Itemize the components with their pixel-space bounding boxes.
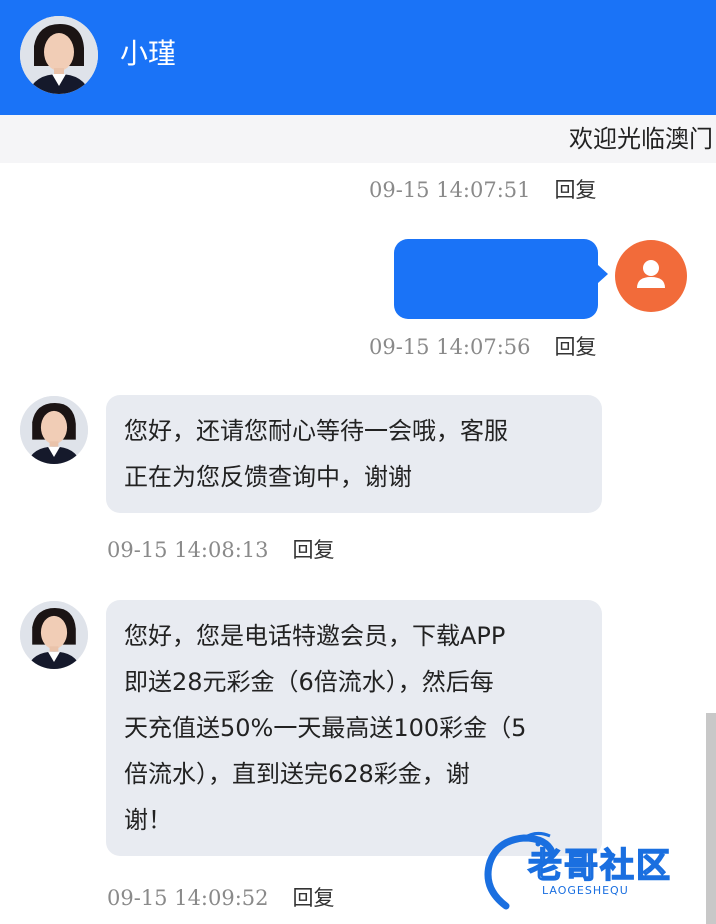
agent-message-bubble[interactable]: 您好，还请您耐心等待一会哦，客服 正在为您反馈查询中，谢谢 [106,395,602,513]
message-line: 您好，还请您耐心等待一会哦，客服 [124,417,508,445]
agent-avatar-icon [20,396,88,464]
message-meta: 09-15 14:09:52 回复 [107,884,335,912]
agent-avatar [20,16,98,94]
user-icon [637,260,665,288]
sent-message-bubble[interactable] [394,239,608,319]
chat-header: 小瑾 [0,0,716,115]
agent-avatar-icon [20,601,88,669]
chat-messages[interactable]: 09-15 14:07:51 回复 09-15 14:07:56 回复 您好，还请您… [0,163,716,924]
announcement-marquee: 欢迎光临澳门 [0,115,716,163]
sent-message-text [402,249,590,309]
message-timestamp: 09-15 14:07:56 [369,335,531,359]
agent-avatar-icon [20,16,98,94]
message-meta: 09-15 14:08:13 回复 [107,536,335,564]
message-line: 您好，您是电话特邀会员，下载APP [124,622,506,650]
message-timestamp: 09-15 14:07:51 [369,178,531,202]
reply-button[interactable]: 回复 [293,886,335,910]
message-timestamp: 09-15 14:08:13 [107,538,269,562]
watermark-title: 老哥社区 [527,845,672,887]
message-meta: 09-15 14:07:51 回复 [369,176,597,204]
message-line: 即送28元彩金（6倍流水），然后每 [124,668,494,696]
message-timestamp: 09-15 14:09:52 [107,886,269,910]
reply-button[interactable]: 回复 [555,335,597,359]
message-line: 倍流水），直到送完628彩金，谢 [124,760,470,788]
watermark-subtitle: LAOGESHEQU [542,884,629,897]
user-avatar[interactable] [615,240,687,312]
message-line: 正在为您反馈查询中，谢谢 [124,463,412,491]
contact-name: 小瑾 [120,37,177,70]
agent-message-bubble[interactable]: 您好，您是电话特邀会员，下载APP 即送28元彩金（6倍流水），然后每 天充值送… [106,600,602,856]
announcement-text: 欢迎光临澳门 [569,125,713,153]
reply-button[interactable]: 回复 [293,538,335,562]
message-line: 天充值送50%一天最高送100彩金（5 [124,714,527,742]
agent-avatar [20,601,88,669]
reply-button[interactable]: 回复 [555,178,597,202]
message-meta: 09-15 14:07:56 回复 [369,333,597,361]
watermark: 老哥社区 LAOGESHEQU [476,828,716,924]
agent-avatar [20,396,88,464]
